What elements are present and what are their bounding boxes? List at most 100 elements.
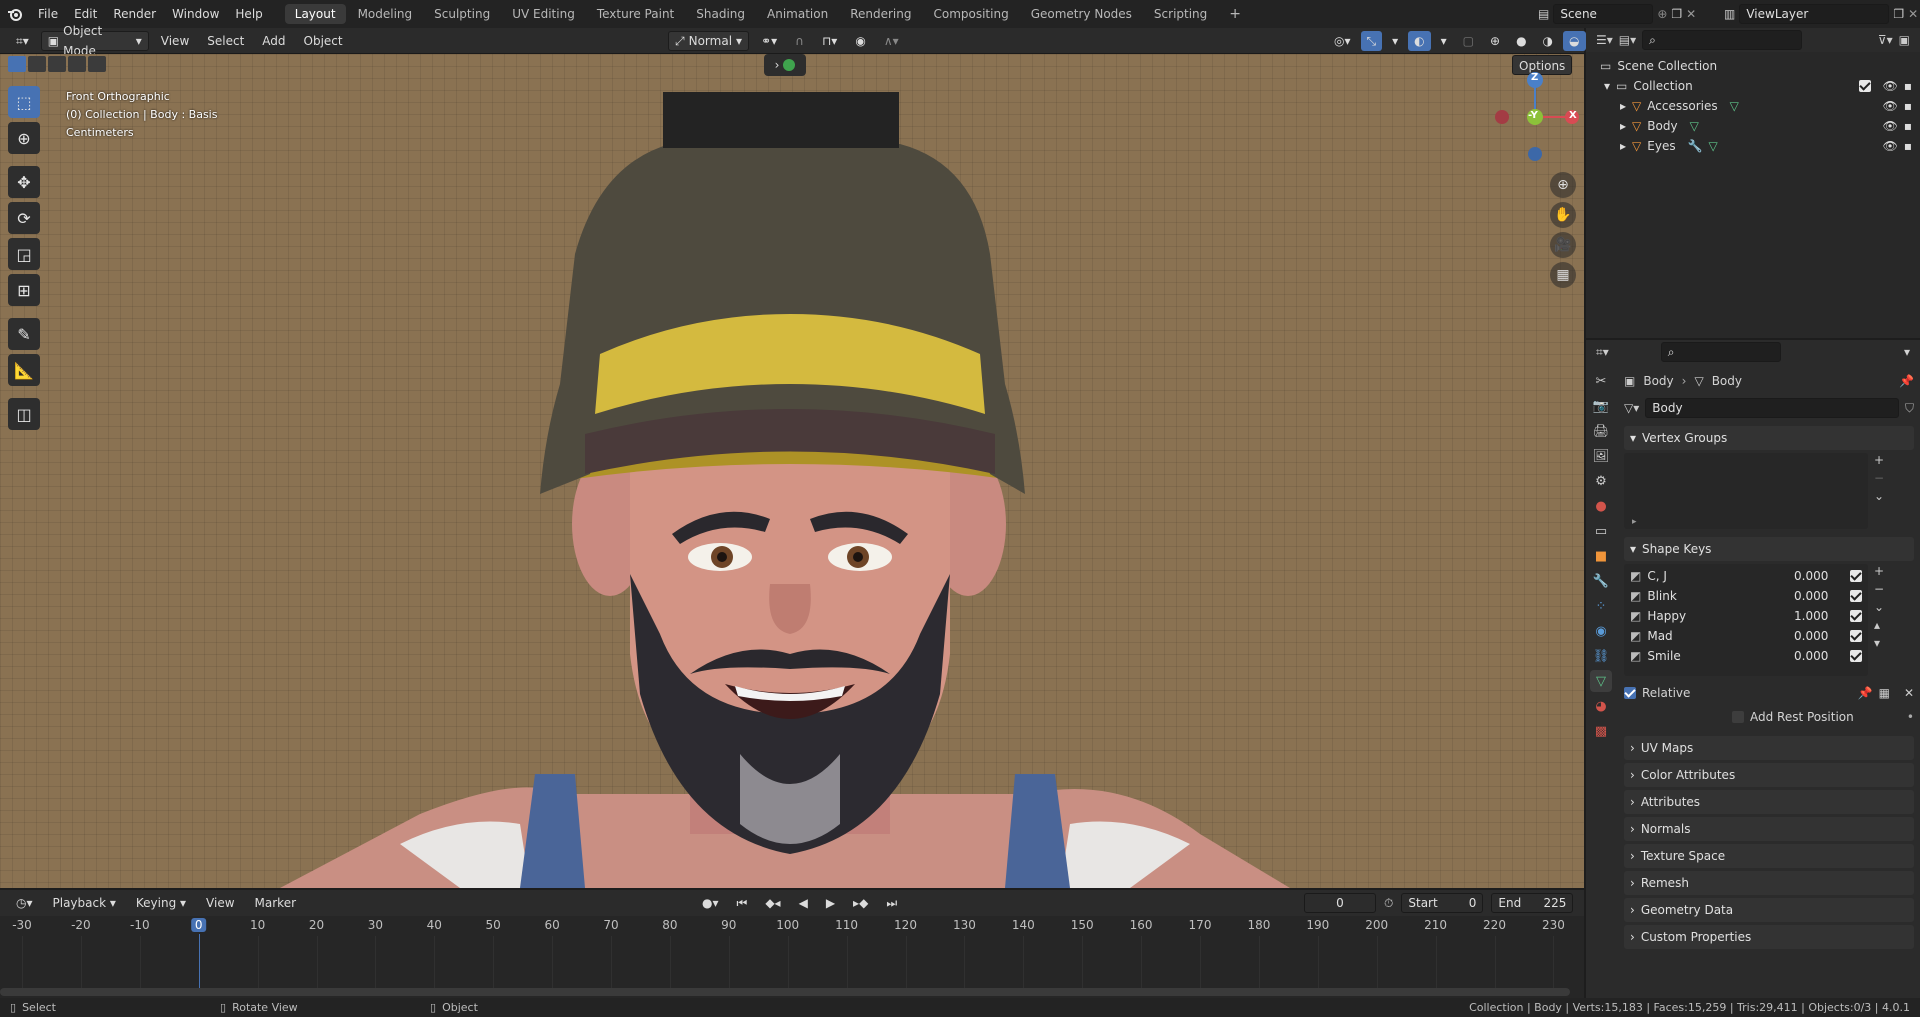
camera-view-icon[interactable]: 🎥 xyxy=(1550,232,1576,258)
auto-keying-icon[interactable]: ●▾ xyxy=(696,893,725,913)
ortho-grid-icon[interactable]: ▦ xyxy=(1550,262,1576,288)
current-frame-field[interactable]: 0 xyxy=(1304,893,1376,913)
scene-name-field[interactable]: Scene xyxy=(1553,4,1654,24)
outliner-scene-collection[interactable]: ▭ Scene Collection xyxy=(1594,56,1912,76)
modifier-tab-icon[interactable]: 🔧 xyxy=(1590,570,1612,592)
remove-vertex-group-icon[interactable]: − xyxy=(1874,471,1884,485)
marker-menu[interactable]: Marker xyxy=(249,893,302,913)
shape-key-row[interactable]: ◩ C, J 0.000 xyxy=(1630,566,1862,586)
tab-compositing[interactable]: Compositing xyxy=(923,4,1018,24)
vertex-groups-listbox[interactable]: ▸ xyxy=(1624,453,1868,529)
camera-icon[interactable]: ▪ xyxy=(1904,119,1912,133)
shape-key-row[interactable]: ◩ Smile 0.000 xyxy=(1630,646,1862,666)
decorator-dot-icon[interactable]: • xyxy=(1907,710,1914,724)
shape-key-mute-checkbox[interactable] xyxy=(1850,590,1862,602)
shape-keys-panel[interactable]: ▾ Shape Keys xyxy=(1624,537,1914,561)
tab-rendering[interactable]: Rendering xyxy=(840,4,921,24)
rendered-shading-icon[interactable]: ◒ xyxy=(1563,31,1586,51)
xray-icon[interactable]: ▢ xyxy=(1457,31,1480,51)
filter-icon[interactable]: ⊽▾ xyxy=(1878,33,1893,47)
chevron-down-icon[interactable]: ▾ xyxy=(1904,345,1910,359)
tab-shading[interactable]: Shading xyxy=(686,4,755,24)
keying-menu[interactable]: Keying ▾ xyxy=(130,893,192,913)
tab-layout[interactable]: Layout xyxy=(284,4,346,24)
snap-icon[interactable]: ∩ xyxy=(789,31,810,51)
list-expand-icon[interactable]: ▸ xyxy=(1632,517,1637,527)
display-mode-icon[interactable]: ▤▾ xyxy=(1619,33,1636,47)
overlay-toggle-icon[interactable]: ◐ xyxy=(1408,31,1431,51)
play-reverse-icon[interactable]: ◀ xyxy=(793,893,814,913)
shape-key-mute-checkbox[interactable] xyxy=(1850,650,1862,662)
vertex-groups-panel[interactable]: ▾ Vertex Groups xyxy=(1624,426,1914,450)
solid-shading-icon[interactable]: ● xyxy=(1510,31,1532,51)
properties-search-field[interactable]: ⌕ xyxy=(1660,342,1781,362)
attributes-panel[interactable]: › Attributes xyxy=(1624,790,1914,814)
outliner-collection[interactable]: ▾ ▭ Collection 👁 ▪ xyxy=(1594,76,1912,96)
data-tab-icon[interactable]: ▽ xyxy=(1590,670,1612,692)
scene-icon[interactable]: ▤ xyxy=(1538,7,1549,21)
properties-editor-icon[interactable]: ⌗▾ xyxy=(1596,345,1609,360)
menu-object[interactable]: Object xyxy=(298,31,349,51)
jump-prev-keyframe-icon[interactable]: ◆◂ xyxy=(759,893,786,913)
constraints-tab-icon[interactable]: ⛓ xyxy=(1590,645,1612,667)
shape-key-pin-icon[interactable]: 📌 xyxy=(1858,686,1873,700)
mode-dropdown[interactable]: ▣ Object Mode ▾ xyxy=(40,24,149,58)
eye-icon[interactable]: 👁 xyxy=(1883,99,1898,113)
jump-next-keyframe-icon[interactable]: ▸◆ xyxy=(847,893,874,913)
jump-end-icon[interactable]: ⏭ xyxy=(880,893,903,913)
navigation-gizmo[interactable]: Z -Y X xyxy=(1490,72,1580,162)
gizmo-toggle-icon[interactable]: ⤡ xyxy=(1360,31,1383,51)
vertex-group-menu-icon[interactable]: ⌄ xyxy=(1874,489,1884,503)
outliner-item-accessories[interactable]: ▸ ▽ Accessories ▽ 👁 ▪ xyxy=(1594,96,1912,116)
chevron-right-icon[interactable]: ▸ xyxy=(1620,139,1626,153)
tab-modeling[interactable]: Modeling xyxy=(348,4,423,24)
add-shape-key-icon[interactable]: + xyxy=(1874,564,1884,578)
wireframe-shading-icon[interactable]: ⊕ xyxy=(1484,31,1506,51)
menu-help[interactable]: Help xyxy=(227,0,270,28)
add-rest-position-checkbox[interactable] xyxy=(1732,711,1744,723)
shape-key-row[interactable]: ◩ Blink 0.000 xyxy=(1630,586,1862,606)
remesh-panel[interactable]: › Remesh xyxy=(1624,871,1914,895)
eye-icon[interactable]: 👁 xyxy=(1883,119,1898,133)
normals-panel[interactable]: › Normals xyxy=(1624,817,1914,841)
delete-viewlayer-icon[interactable]: ✕ xyxy=(1908,7,1918,21)
timeline-editor-icon[interactable]: ◷▾ xyxy=(10,893,39,913)
viewlayer-icon[interactable]: ▥ xyxy=(1724,7,1735,21)
material-shading-icon[interactable]: ◑ xyxy=(1537,31,1559,51)
outliner-item-eyes[interactable]: ▸ ▽ Eyes 🔧 ▽ 👁 ▪ xyxy=(1594,136,1912,156)
texture-tab-icon[interactable]: ▩ xyxy=(1590,720,1612,742)
camera-icon[interactable]: ▪ xyxy=(1904,139,1912,153)
falloff-icon[interactable]: ∧▾ xyxy=(878,31,905,51)
pivot-point-icon[interactable]: ⚭▾ xyxy=(755,31,783,51)
move-down-icon[interactable]: ▾ xyxy=(1874,636,1884,650)
shape-key-menu-icon[interactable]: ⌄ xyxy=(1874,600,1884,614)
timeline-ruler[interactable]: -30 -20 -10 0 10 20 30 40 50 60 70 80 90 100 110 120 130… xyxy=(0,916,1584,996)
collection-enable-checkbox[interactable] xyxy=(1858,80,1871,92)
overlay-dropdown-icon[interactable]: ▾ xyxy=(1435,31,1453,51)
viewlayer-name-field[interactable]: ViewLayer xyxy=(1739,4,1890,24)
physics-tab-icon[interactable]: ◉ xyxy=(1590,620,1612,642)
timeline[interactable]: -30 -20 -10 0 10 20 30 40 50 60 70 80 90 100 110 120 130… xyxy=(0,916,1584,998)
uv-maps-panel[interactable]: › UV Maps xyxy=(1624,736,1914,760)
tab-animation[interactable]: Animation xyxy=(757,4,838,24)
shape-key-row[interactable]: ◩ Happy 1.000 xyxy=(1630,606,1862,626)
chevron-right-icon[interactable]: ▸ xyxy=(1620,119,1626,133)
camera-icon[interactable]: ▪ xyxy=(1904,79,1912,93)
output-tab-icon[interactable]: 🖨 xyxy=(1590,420,1612,442)
tab-geometry-nodes[interactable]: Geometry Nodes xyxy=(1021,4,1142,24)
object-tab-icon[interactable]: ■ xyxy=(1590,545,1612,567)
pin-icon[interactable]: 📌 xyxy=(1899,374,1914,388)
editor-type-icon[interactable]: ⌗▾ xyxy=(10,31,35,51)
play-icon[interactable]: ▶ xyxy=(820,893,841,913)
menu-select[interactable]: Select xyxy=(201,31,250,51)
clear-shape-keys-icon[interactable]: ✕ xyxy=(1904,686,1914,700)
shape-key-mute-checkbox[interactable] xyxy=(1850,610,1862,622)
visibility-icon[interactable]: ◎▾ xyxy=(1328,31,1357,51)
tab-texture-paint[interactable]: Texture Paint xyxy=(587,4,684,24)
use-preview-range-icon[interactable]: ⏱ xyxy=(1384,896,1393,911)
tab-sculpting[interactable]: Sculpting xyxy=(424,4,500,24)
eye-icon[interactable]: 👁 xyxy=(1883,79,1898,93)
tool-tab-icon[interactable]: ✂ xyxy=(1590,370,1612,392)
add-vertex-group-icon[interactable]: + xyxy=(1874,453,1884,467)
eye-icon[interactable]: 👁 xyxy=(1883,139,1898,153)
